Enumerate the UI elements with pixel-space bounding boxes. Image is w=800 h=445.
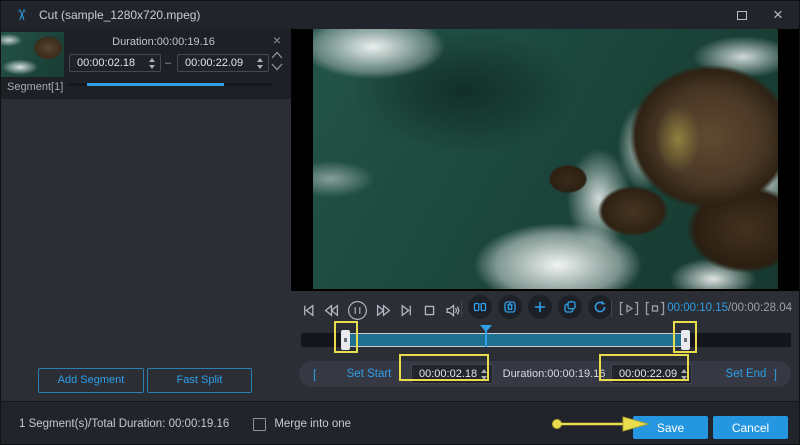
segment-end-input[interactable]: 00:00:22.09 — [177, 54, 269, 72]
video-preview[interactable] — [291, 29, 800, 291]
copy-segment-button[interactable] — [558, 295, 582, 319]
set-start-button[interactable]: Set Start — [334, 368, 404, 380]
fast-split-button[interactable]: Fast Split — [147, 368, 252, 393]
skip-next-icon[interactable] — [399, 303, 414, 318]
annotation-box-start-handle — [334, 321, 358, 353]
add-segment-button[interactable]: Add Segment — [38, 368, 144, 393]
maximize-button[interactable] — [725, 1, 759, 29]
close-icon: × — [773, 5, 783, 25]
segment-summary: 1 Segment(s)/Total Duration: 00:00:19.16 — [19, 418, 229, 430]
merge-checkbox[interactable] — [253, 418, 266, 431]
stop-segment-button[interactable] — [645, 301, 665, 316]
fast-forward-icon[interactable] — [376, 303, 391, 318]
segment-thumbnail[interactable] — [1, 32, 64, 77]
skip-previous-icon[interactable] — [301, 303, 316, 318]
cut-dialog: ✂ Cut (sample_1280x720.mpeg) × Segment[1… — [0, 0, 800, 445]
stepper-down-icon[interactable] — [149, 65, 155, 69]
stop-icon[interactable] — [422, 303, 437, 318]
delete-segment-button[interactable] — [498, 295, 522, 319]
trim-bar: [ Set Start 00:00:02.18 Duration:00:00:1… — [299, 361, 791, 387]
trim-duration-label: Duration:00:00:19.16 — [502, 368, 606, 380]
scissors-icon: ✂ — [12, 9, 30, 22]
reset-icon[interactable] — [588, 295, 612, 319]
window-title: Cut (sample_1280x720.mpeg) — [39, 8, 200, 22]
move-down-icon[interactable] — [271, 63, 283, 71]
close-bracket: ] — [774, 367, 777, 381]
play-segment-button[interactable] — [619, 301, 639, 316]
annotation-arrow — [547, 413, 651, 435]
range-separator: – — [165, 57, 171, 69]
segment-list-panel: Segment[1] Duration:00:00:19.16 00:00:02… — [1, 29, 291, 401]
time-display: 00:00:10.15/00:00:28.04 — [667, 302, 792, 314]
stepper-down-icon[interactable] — [257, 65, 263, 69]
remove-segment-icon[interactable]: × — [269, 33, 285, 47]
current-time: 00:00:10.15 — [667, 302, 728, 314]
stepper-up-icon[interactable] — [257, 58, 263, 62]
segment-tools — [468, 295, 612, 319]
pause-icon[interactable] — [347, 300, 368, 321]
preview-area: 00:00:10.15/00:00:28.04 [ Set Start 00:0… — [291, 29, 800, 401]
volume-icon[interactable] — [445, 303, 461, 318]
separator — [611, 301, 612, 317]
separator — [461, 301, 462, 317]
video-frame[interactable] — [313, 29, 778, 289]
segment-progress-track[interactable] — [68, 83, 271, 86]
transport-controls — [301, 298, 461, 322]
cancel-button[interactable]: Cancel — [713, 416, 788, 439]
segment-start-value: 00:00:02.18 — [70, 57, 145, 69]
footer-bar: 1 Segment(s)/Total Duration: 00:00:19.16… — [1, 401, 800, 445]
move-up-icon[interactable] — [271, 51, 283, 59]
segment-end-stepper[interactable] — [257, 58, 263, 69]
annotation-box-start-input — [399, 354, 489, 381]
timeline-selection[interactable] — [349, 333, 683, 347]
segment-start-stepper[interactable] — [149, 58, 155, 69]
segment-start-input[interactable]: 00:00:02.18 — [69, 54, 161, 72]
stepper-up-icon[interactable] — [149, 58, 155, 62]
open-bracket: [ — [313, 367, 316, 381]
annotation-box-end-handle — [673, 321, 697, 353]
annotation-box-end-input — [599, 354, 689, 381]
segment-card[interactable]: Segment[1] Duration:00:00:19.16 00:00:02… — [1, 29, 291, 99]
total-time: 00:00:28.04 — [731, 302, 792, 314]
split-segment-button[interactable] — [468, 295, 492, 319]
segment-label: Segment[1] — [7, 81, 63, 93]
segment-progress-fill — [87, 83, 224, 86]
timeline — [301, 325, 791, 365]
close-button[interactable]: × — [761, 1, 795, 29]
set-end-button[interactable]: Set End — [711, 368, 781, 380]
timeline-playhead[interactable] — [480, 325, 492, 348]
segment-end-value: 00:00:22.09 — [178, 57, 253, 69]
rewind-icon[interactable] — [324, 303, 339, 318]
titlebar: ✂ Cut (sample_1280x720.mpeg) × — [1, 1, 799, 29]
maximize-icon — [737, 11, 747, 20]
segment-duration-label: Duration:00:00:19.16 — [66, 36, 261, 48]
add-segment-tool-button[interactable] — [528, 295, 552, 319]
merge-label[interactable]: Merge into one — [274, 418, 351, 430]
